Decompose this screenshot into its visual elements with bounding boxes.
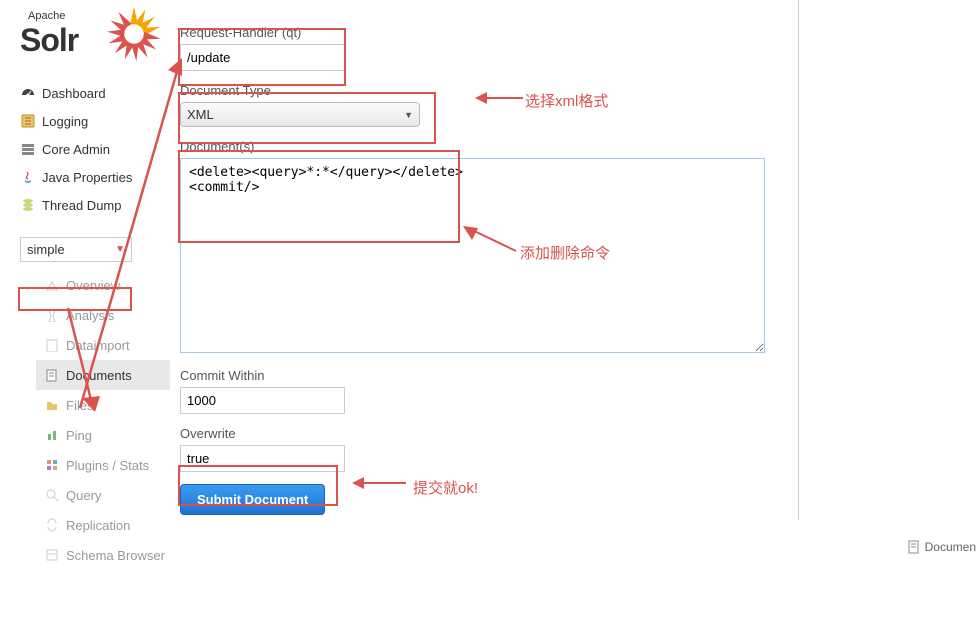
- thread-icon: [20, 197, 36, 213]
- ping-icon: [44, 427, 60, 443]
- nav-label: Logging: [42, 114, 88, 129]
- nav-thread-dump[interactable]: Thread Dump: [20, 191, 170, 219]
- files-icon: [44, 397, 60, 413]
- nav-logging[interactable]: Logging: [20, 107, 170, 135]
- documents-icon: [44, 367, 60, 383]
- core-subnav: Overview Analysis Dataimport Documents F…: [40, 270, 170, 570]
- nav-label: Java Properties: [42, 170, 132, 185]
- dashboard-icon: [20, 85, 36, 101]
- subnav-replication[interactable]: Replication: [40, 510, 170, 540]
- docs-label: Document(s): [180, 139, 800, 154]
- commit-label: Commit Within: [180, 368, 800, 383]
- replication-icon: [44, 517, 60, 533]
- sidebar: Apache Solr Dashboard Logging Core Admin…: [0, 0, 170, 570]
- subnav-ping[interactable]: Ping: [40, 420, 170, 450]
- subnav-overview[interactable]: Overview: [40, 270, 170, 300]
- footer-label: Documen: [925, 540, 976, 554]
- qt-input[interactable]: [180, 44, 345, 71]
- doctype-select[interactable]: XML ▼: [180, 102, 420, 127]
- documents-form: Request-Handler (qt) Document Type XML ▼…: [180, 25, 800, 515]
- dataimport-icon: [44, 337, 60, 353]
- query-icon: [44, 487, 60, 503]
- overwrite-label: Overwrite: [180, 426, 800, 441]
- nav-label: Core Admin: [42, 142, 110, 157]
- subnav-label: Query: [66, 488, 101, 503]
- commit-input[interactable]: [180, 387, 345, 414]
- subnav-dataimport[interactable]: Dataimport: [40, 330, 170, 360]
- divider: [798, 0, 799, 520]
- logo: Apache Solr: [20, 10, 170, 59]
- subnav-label: Schema Browser: [66, 548, 165, 563]
- logo-solr: Solr: [20, 22, 78, 58]
- footer-documentation-link[interactable]: Documen: [907, 540, 976, 554]
- subnav-label: Ping: [66, 428, 92, 443]
- core-selector[interactable]: simple ▼: [20, 237, 132, 262]
- schema-icon: [44, 547, 60, 563]
- logging-icon: [20, 113, 36, 129]
- subnav-files[interactable]: Files: [40, 390, 170, 420]
- docs-textarea[interactable]: [180, 158, 765, 353]
- plugins-icon: [44, 457, 60, 473]
- doctype-value: XML: [187, 107, 214, 122]
- nav-label: Thread Dump: [42, 198, 121, 213]
- subnav-plugins[interactable]: Plugins / Stats: [40, 450, 170, 480]
- java-icon: [20, 169, 36, 185]
- nav-core-admin[interactable]: Core Admin: [20, 135, 170, 163]
- solr-sun-icon: [105, 5, 163, 63]
- subnav-analysis[interactable]: Analysis: [40, 300, 170, 330]
- qt-label: Request-Handler (qt): [180, 25, 800, 40]
- overwrite-input[interactable]: [180, 445, 345, 472]
- chevron-down-icon: ▼: [404, 110, 413, 120]
- subnav-schema[interactable]: Schema Browser: [40, 540, 170, 570]
- nav-label: Dashboard: [42, 86, 106, 101]
- subnav-query[interactable]: Query: [40, 480, 170, 510]
- chevron-down-icon: ▼: [115, 244, 125, 255]
- subnav-label: Files: [66, 398, 93, 413]
- subnav-label: Replication: [66, 518, 130, 533]
- subnav-documents[interactable]: Documents: [36, 360, 170, 390]
- subnav-label: Documents: [66, 368, 132, 383]
- subnav-label: Analysis: [66, 308, 114, 323]
- core-selected-value: simple: [27, 242, 65, 257]
- subnav-label: Dataimport: [66, 338, 130, 353]
- subnav-label: Plugins / Stats: [66, 458, 149, 473]
- document-icon: [907, 540, 921, 554]
- submit-button[interactable]: Submit Document: [180, 484, 325, 515]
- nav-dashboard[interactable]: Dashboard: [20, 79, 170, 107]
- subnav-label: Overview: [66, 278, 120, 293]
- overview-icon: [44, 277, 60, 293]
- core-admin-icon: [20, 141, 36, 157]
- nav-java-properties[interactable]: Java Properties: [20, 163, 170, 191]
- doctype-label: Document Type: [180, 83, 800, 98]
- analysis-icon: [44, 307, 60, 323]
